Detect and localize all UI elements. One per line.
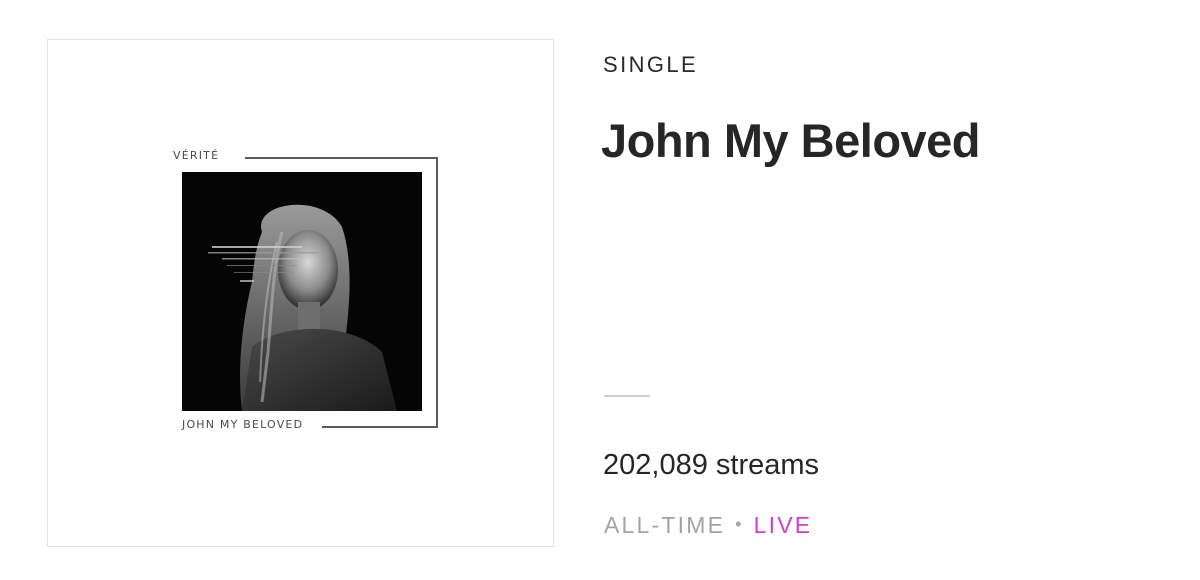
art-frame-line: [322, 426, 438, 428]
stream-count: 202,089 streams: [603, 449, 820, 481]
release-type-label: SINGLE: [603, 52, 699, 77]
divider: [604, 395, 650, 397]
separator-dot: •: [735, 514, 744, 534]
album-art-artist-text: VÉRITÉ: [173, 149, 220, 162]
period-all-time-label[interactable]: ALL-TIME: [604, 512, 725, 538]
live-label[interactable]: LIVE: [754, 512, 813, 538]
period-selector[interactable]: ALL-TIME • LIVE: [604, 512, 812, 539]
track-title[interactable]: John My Beloved: [601, 113, 981, 168]
album-art-title-text: JOHN MY BELOVED: [182, 418, 304, 431]
album-art-photo: [182, 172, 422, 411]
art-frame-line: [436, 157, 438, 428]
album-art-card[interactable]: VÉRITÉ JOHN MY BELOVED: [47, 39, 554, 547]
art-frame-line: [245, 157, 438, 159]
release-page: VÉRITÉ JOHN MY BELOVED SINGLE John My Be…: [0, 0, 1200, 580]
